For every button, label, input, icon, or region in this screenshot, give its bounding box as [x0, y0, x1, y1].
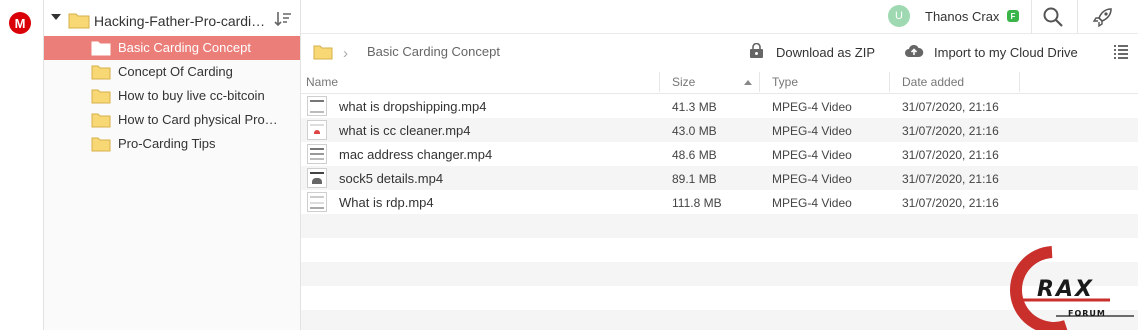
column-divider[interactable]	[659, 72, 660, 92]
mega-logo-icon[interactable]: M	[9, 12, 31, 34]
tree-item-pro-carding-tips[interactable]: Pro-Carding Tips	[44, 132, 300, 156]
left-rail: M	[0, 0, 44, 330]
column-header-date[interactable]: Date added	[902, 75, 964, 89]
import-cloud-label: Import to my Cloud Drive	[934, 44, 1078, 60]
sort-icon[interactable]	[274, 11, 292, 27]
mega-app: M Hacking-Father-Pro-cardin… Basic Cardi…	[0, 0, 1138, 330]
file-name: what is cc cleaner.mp4	[339, 123, 471, 138]
tree-item-basic-carding-concept[interactable]: Basic Carding Concept	[44, 36, 300, 60]
watermark-text: RAX	[1037, 277, 1094, 302]
folder-tree: Hacking-Father-Pro-cardin… Basic Carding…	[44, 0, 301, 330]
table-header: Name Size Type Date added	[301, 70, 1138, 94]
download-zip-label: Download as ZIP	[776, 44, 875, 60]
lock-download-icon	[748, 42, 766, 62]
file-type: MPEG-4 Video	[772, 124, 852, 138]
folder-icon	[91, 88, 111, 107]
file-date: 31/07/2020, 21:16	[902, 196, 999, 210]
top-bar: U Thanos Crax F	[301, 0, 1138, 34]
folder-icon[interactable]	[313, 44, 333, 63]
table-row[interactable]: what is dropshipping.mp4 41.3 MB MPEG-4 …	[301, 94, 1138, 118]
video-thumbnail-icon	[307, 96, 327, 116]
column-header-size[interactable]: Size	[672, 75, 695, 89]
download-zip-button[interactable]: Download as ZIP	[748, 42, 875, 62]
chevron-right-icon: ›	[343, 45, 348, 62]
search-icon[interactable]	[1042, 6, 1064, 28]
file-name: what is dropshipping.mp4	[339, 99, 487, 114]
column-divider[interactable]	[1019, 72, 1020, 92]
column-header-name[interactable]: Name	[306, 75, 338, 89]
breadcrumb-current[interactable]: Basic Carding Concept	[367, 44, 500, 59]
table-row[interactable]: What is rdp.mp4 111.8 MB MPEG-4 Video 31…	[301, 190, 1138, 214]
file-date: 31/07/2020, 21:16	[902, 124, 999, 138]
file-date: 31/07/2020, 21:16	[902, 172, 999, 186]
file-size: 41.3 MB	[672, 100, 717, 114]
tree-item-label: Concept Of Carding	[118, 64, 233, 79]
column-divider[interactable]	[889, 72, 890, 92]
tree-item-label: How to Card physical Pro…	[118, 112, 278, 127]
video-thumbnail-icon	[307, 168, 327, 188]
watermark-sub: FORUM	[1068, 309, 1106, 318]
folder-icon	[91, 136, 111, 155]
empty-row	[301, 214, 1138, 238]
import-cloud-button[interactable]: Import to my Cloud Drive	[904, 43, 1078, 61]
crax-forum-watermark: RAX FORUM	[1000, 246, 1138, 330]
folder-icon	[91, 40, 111, 59]
video-thumbnail-icon	[307, 192, 327, 212]
video-thumbnail-icon	[307, 144, 327, 164]
tree-root-label: Hacking-Father-Pro-cardin…	[94, 13, 270, 29]
video-thumbnail-icon	[307, 120, 327, 140]
avatar[interactable]: U	[888, 5, 910, 27]
table-row[interactable]: mac address changer.mp4 48.6 MB MPEG-4 V…	[301, 142, 1138, 166]
sort-ascending-icon[interactable]	[744, 80, 752, 85]
table-row[interactable]: sock5 details.mp4 89.1 MB MPEG-4 Video 3…	[301, 166, 1138, 190]
file-name: sock5 details.mp4	[339, 171, 444, 186]
file-type: MPEG-4 Video	[772, 148, 852, 162]
file-size: 89.1 MB	[672, 172, 717, 186]
tree-item-label: How to buy live cc-bitcoin	[118, 88, 265, 103]
file-type: MPEG-4 Video	[772, 196, 852, 210]
folder-icon	[68, 11, 90, 32]
cloud-upload-icon	[904, 43, 924, 62]
column-header-type[interactable]: Type	[772, 75, 798, 89]
rocket-icon[interactable]	[1091, 5, 1115, 29]
table-row[interactable]: what is cc cleaner.mp4 43.0 MB MPEG-4 Vi…	[301, 118, 1138, 142]
file-size: 43.0 MB	[672, 124, 717, 138]
divider	[1077, 0, 1078, 34]
tree-item-how-to-card-physical[interactable]: How to Card physical Pro…	[44, 108, 300, 132]
username[interactable]: Thanos Crax	[925, 9, 999, 24]
file-name: mac address changer.mp4	[339, 147, 493, 162]
file-name: What is rdp.mp4	[339, 195, 434, 210]
file-size: 111.8 MB	[672, 196, 722, 210]
file-date: 31/07/2020, 21:16	[902, 100, 999, 114]
tree-item-label: Pro-Carding Tips	[118, 136, 216, 151]
file-size: 48.6 MB	[672, 148, 717, 162]
tree-root[interactable]: Hacking-Father-Pro-cardin…	[44, 0, 300, 36]
path-bar: › Basic Carding Concept Download as ZIP …	[301, 34, 1138, 70]
folder-icon	[91, 112, 111, 131]
file-date: 31/07/2020, 21:16	[902, 148, 999, 162]
tree-item-label: Basic Carding Concept	[118, 40, 251, 55]
caret-down-icon[interactable]	[51, 14, 61, 20]
folder-icon	[91, 64, 111, 83]
list-view-icon[interactable]	[1113, 44, 1129, 60]
divider	[1031, 0, 1032, 34]
column-divider[interactable]	[759, 72, 760, 92]
file-type: MPEG-4 Video	[772, 100, 852, 114]
tree-item-concept-of-carding[interactable]: Concept Of Carding	[44, 60, 300, 84]
tree-item-how-to-buy-live-cc[interactable]: How to buy live cc-bitcoin	[44, 84, 300, 108]
file-type: MPEG-4 Video	[772, 172, 852, 186]
pro-badge: F	[1007, 10, 1019, 22]
